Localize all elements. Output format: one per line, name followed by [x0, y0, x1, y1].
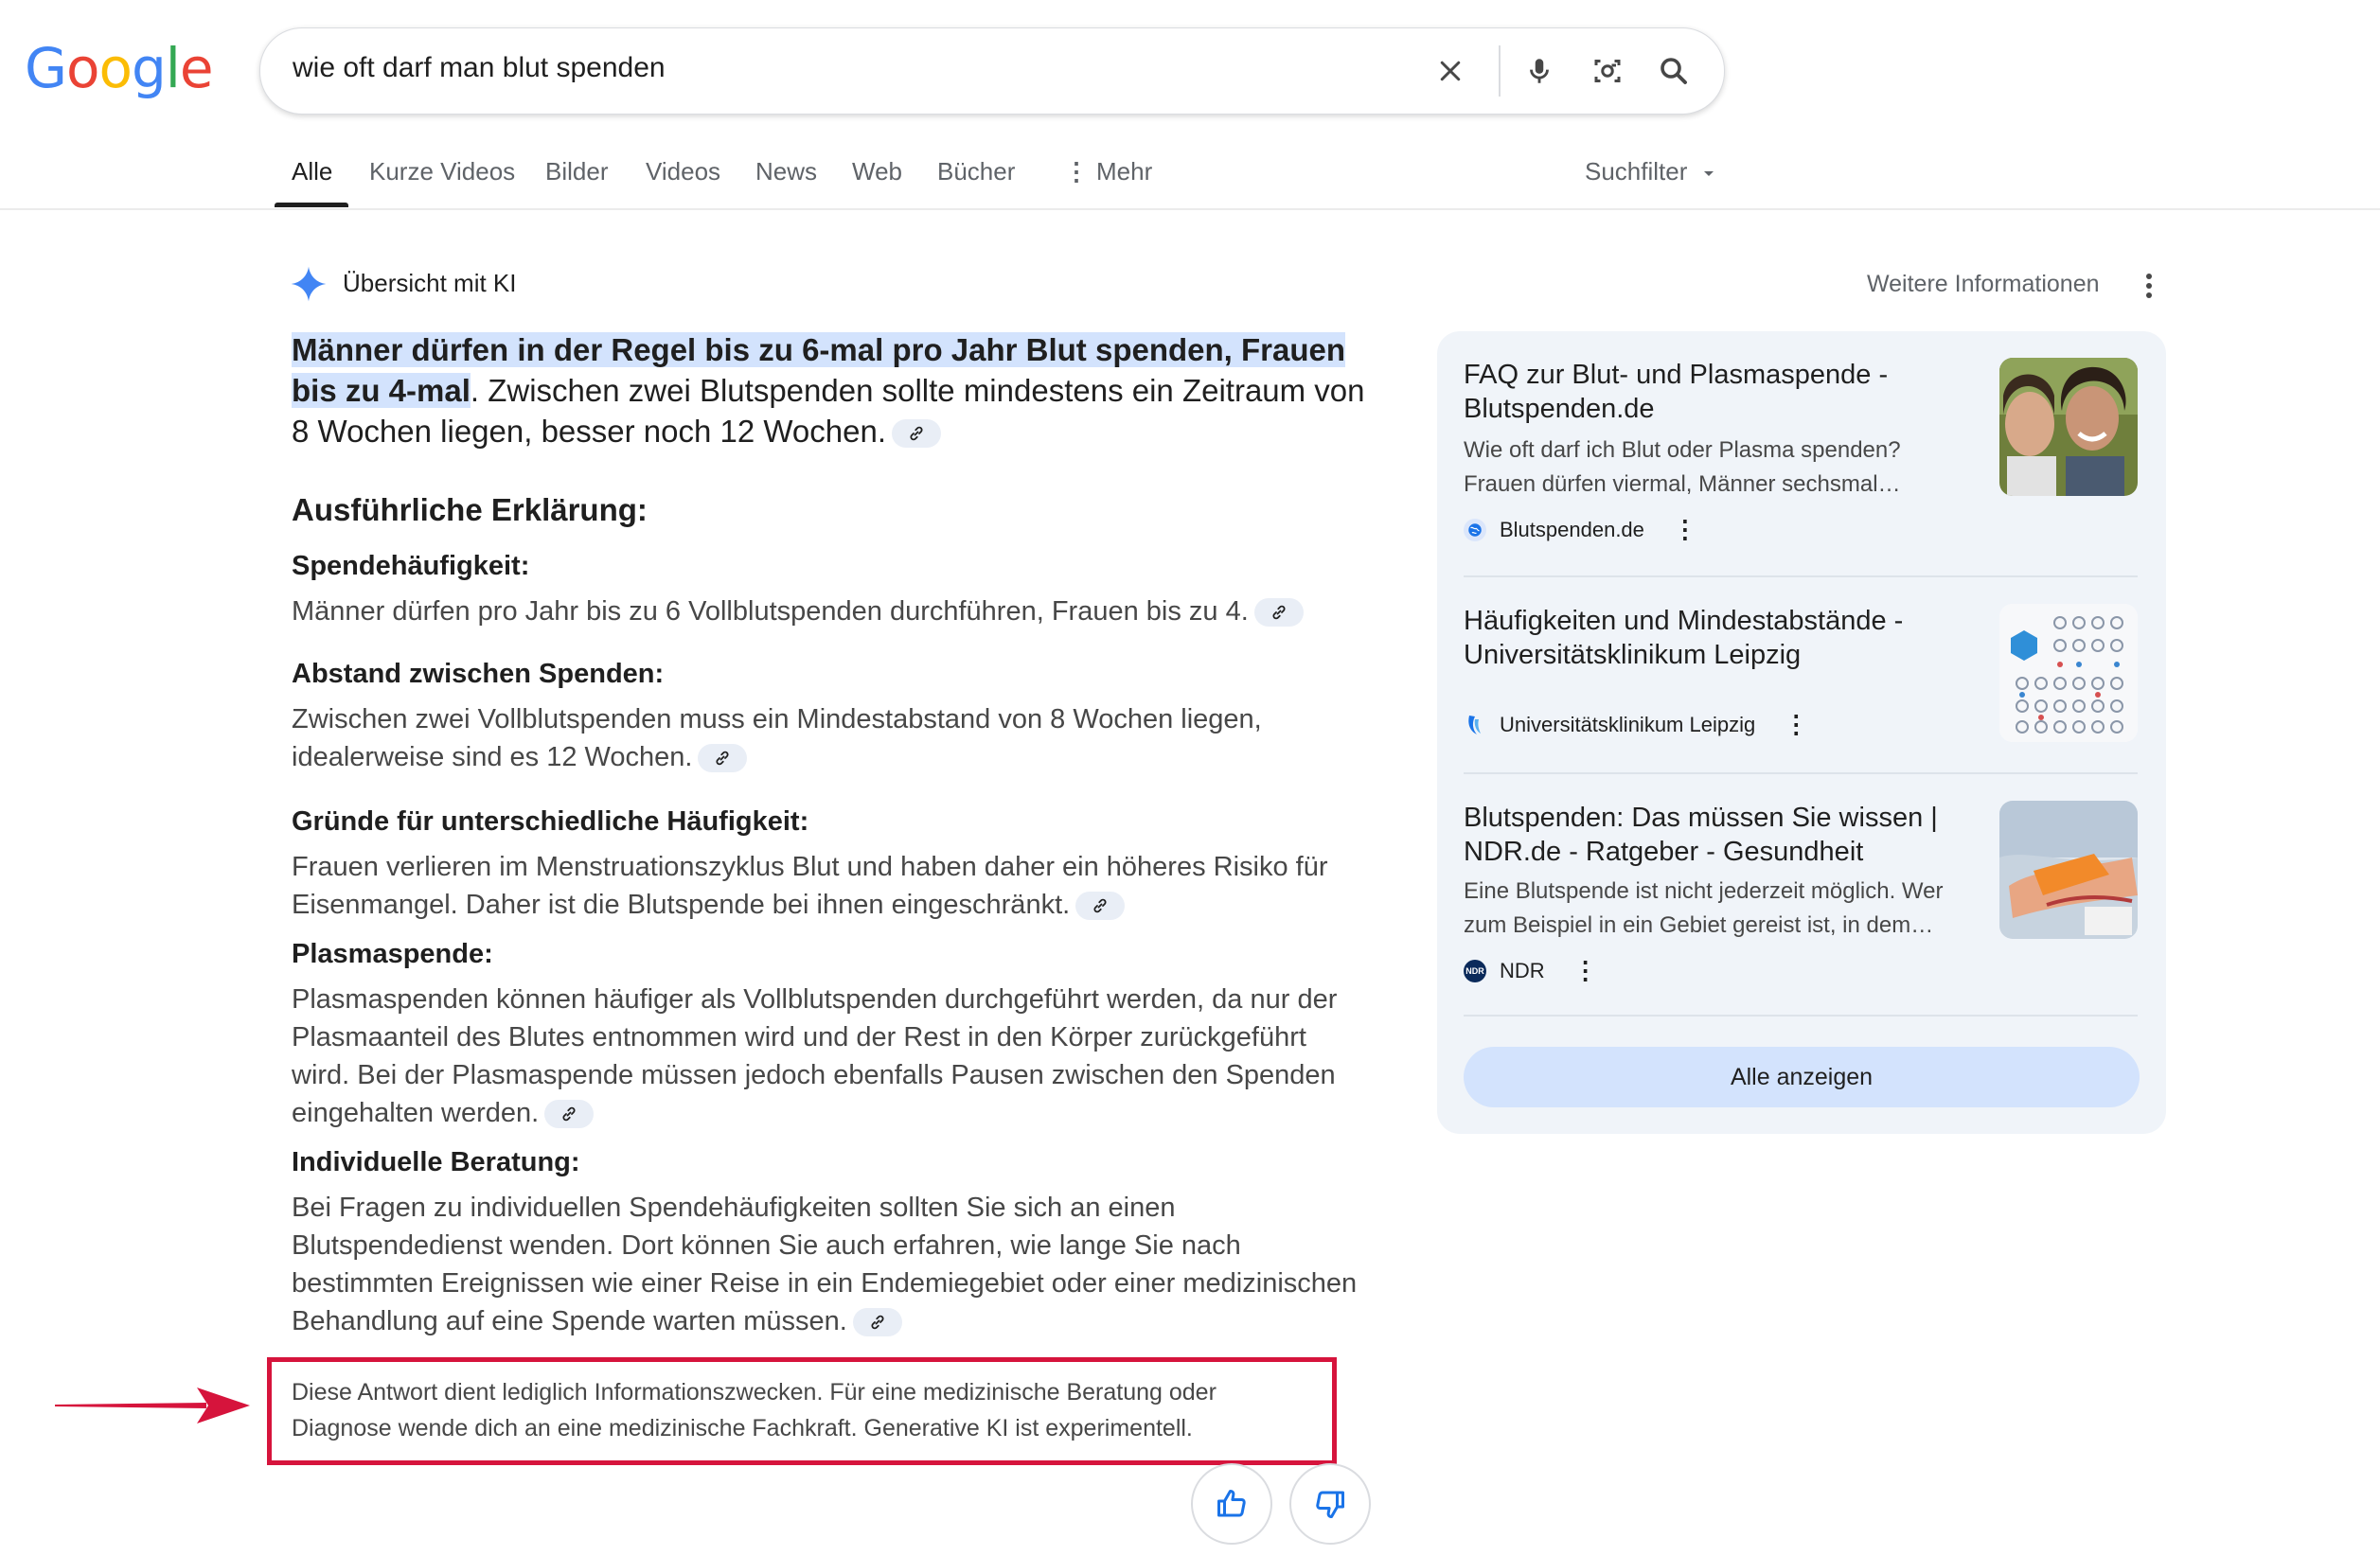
source-card-title[interactable]: Häufigkeiten und Mindestabstände - Unive… — [1464, 604, 1956, 672]
section-title: Plasmaspende: — [292, 939, 493, 969]
tab-mehr[interactable]: ⋮ Mehr — [1064, 157, 1152, 186]
section-title: Gründe für unterschiedliche Häufigkeit: — [292, 806, 809, 837]
globe-icon — [1464, 518, 1486, 541]
suchfilter-button[interactable]: Suchfilter — [1585, 157, 1715, 186]
thumbs-down-button[interactable] — [1289, 1463, 1371, 1545]
more-vert-icon: ⋮ — [1064, 157, 1089, 186]
link-icon — [562, 1107, 576, 1122]
citation-link-button[interactable] — [698, 744, 748, 773]
section-body: Zwischen zwei Vollblutspenden muss ein M… — [292, 704, 1262, 772]
section-title: Spendehäufigkeit: — [292, 551, 530, 581]
search-input[interactable]: wie oft darf man blut spenden — [293, 52, 666, 84]
source-card-snippet: Eine Blutspende ist nicht jederzeit mögl… — [1464, 878, 1944, 938]
source-card-title[interactable]: FAQ zur Blut- und Plasmaspende - Blutspe… — [1464, 358, 1956, 426]
ai-disclaimer: Diese Antwort dient lediglich Informatio… — [292, 1379, 1217, 1441]
google-logo[interactable]: Google — [25, 36, 214, 100]
citation-link-button[interactable] — [1253, 598, 1304, 628]
search-tabs: Alle Kurze Videos Bilder Videos News Web… — [280, 157, 1227, 195]
source-card-snippet: Wie oft darf ich Blut oder Plasma spende… — [1464, 437, 1901, 497]
source-site-name: NDR — [1500, 958, 1545, 982]
source-divider — [1464, 1015, 2138, 1017]
source-card-title[interactable]: Blutspenden: Das müssen Sie wissen | NDR… — [1464, 801, 1956, 869]
clear-icon[interactable] — [1427, 47, 1474, 95]
link-icon — [1093, 899, 1107, 913]
camera-lens-icon[interactable] — [1584, 47, 1631, 95]
active-tab-indicator — [275, 203, 348, 207]
tab-bilder[interactable]: Bilder — [545, 157, 608, 186]
thumbs-up-button[interactable] — [1191, 1463, 1272, 1545]
source-thumbnail[interactable] — [1999, 604, 2138, 742]
search-divider — [1499, 45, 1501, 97]
section-text: Plasmaspenden können häufiger als Vollbl… — [292, 981, 1371, 1132]
tab-alle[interactable]: Alle — [292, 157, 332, 186]
logo-letter: o — [65, 36, 99, 100]
ai-sparkle-icon — [291, 266, 327, 302]
source-menu-icon[interactable]: ⋮ — [1573, 956, 1598, 985]
more-info-link[interactable]: Weitere Informationen — [1867, 271, 2100, 298]
source-thumbnail[interactable] — [1999, 358, 2138, 496]
source-card-site[interactable]: NDR NDR ⋮ — [1464, 956, 1598, 985]
tab-news[interactable]: News — [755, 157, 817, 186]
tab-kurze-videos[interactable]: Kurze Videos — [369, 157, 515, 186]
thumbs-down-icon — [1316, 1491, 1344, 1518]
source-site-name: Blutspenden.de — [1500, 517, 1644, 541]
section-body: Plasmaspenden können häufiger als Vollbl… — [292, 984, 1338, 1128]
section-body: Bei Fragen zu individuellen Spendehäufig… — [292, 1193, 1358, 1336]
microphone-icon[interactable] — [1516, 47, 1563, 95]
header-divider — [0, 208, 2380, 210]
annotation-arrow-icon — [55, 1388, 250, 1423]
more-options-icon[interactable] — [2138, 269, 2160, 303]
source-menu-icon[interactable]: ⋮ — [1673, 515, 1697, 544]
ukl-logo-icon — [1464, 714, 1486, 736]
source-divider — [1464, 575, 2138, 577]
logo-letter: G — [25, 36, 67, 100]
ai-summary: Männer dürfen in der Regel bis zu 6-mal … — [292, 329, 1371, 451]
logo-letter: g — [131, 36, 167, 100]
tab-videos[interactable]: Videos — [646, 157, 720, 186]
section-body: Männer dürfen pro Jahr bis zu 6 Vollblut… — [292, 596, 1249, 627]
link-icon — [1272, 606, 1286, 620]
logo-letter: o — [98, 36, 132, 100]
source-site-name: Universitätsklinikum Leipzig — [1500, 712, 1756, 736]
section-text: Zwischen zwei Vollblutspenden muss ein M… — [292, 700, 1371, 776]
search-icon[interactable] — [1650, 47, 1697, 95]
search-box[interactable]: wie oft darf man blut spenden — [259, 27, 1725, 115]
link-icon — [871, 1316, 884, 1330]
tab-mehr-label: Mehr — [1096, 157, 1153, 186]
source-divider — [1464, 772, 2138, 774]
link-icon — [910, 427, 923, 441]
dropdown-arrow-icon — [1703, 171, 1714, 177]
link-icon — [716, 751, 729, 766]
show-all-button[interactable]: Alle anzeigen — [1464, 1047, 2140, 1107]
section-title: Abstand zwischen Spenden: — [292, 659, 665, 689]
logo-letter: e — [179, 36, 214, 100]
section-body: Frauen verlieren im Menstruationszyklus … — [292, 852, 1328, 920]
suchfilter-label: Suchfilter — [1585, 157, 1688, 186]
tab-web[interactable]: Web — [852, 157, 902, 186]
thumbs-up-icon — [1217, 1490, 1246, 1517]
source-card-site[interactable]: Blutspenden.de ⋮ — [1464, 515, 1697, 544]
logo-letter: l — [165, 36, 181, 100]
section-title: Individuelle Beratung: — [292, 1147, 580, 1177]
section-text: Männer dürfen pro Jahr bis zu 6 Vollblut… — [292, 592, 1371, 630]
citation-link-button[interactable] — [544, 1100, 595, 1129]
citation-link-button[interactable] — [1075, 892, 1126, 921]
citation-link-button[interactable] — [852, 1308, 902, 1337]
explanation-heading: Ausführliche Erklärung: — [292, 492, 648, 527]
section-text: Bei Fragen zu individuellen Spendehäufig… — [292, 1189, 1371, 1340]
ndr-logo-icon: NDR — [1464, 959, 1486, 982]
source-thumbnail[interactable] — [1999, 801, 2138, 939]
citation-link-button[interactable] — [892, 419, 942, 449]
source-card-site[interactable]: Universitätsklinikum Leipzig ⋮ — [1464, 710, 1808, 739]
section-text: Frauen verlieren im Menstruationszyklus … — [292, 848, 1371, 924]
tab-buecher[interactable]: Bücher — [937, 157, 1015, 186]
source-menu-icon[interactable]: ⋮ — [1784, 710, 1808, 739]
ai-overview-title: Übersicht mit KI — [343, 269, 517, 297]
